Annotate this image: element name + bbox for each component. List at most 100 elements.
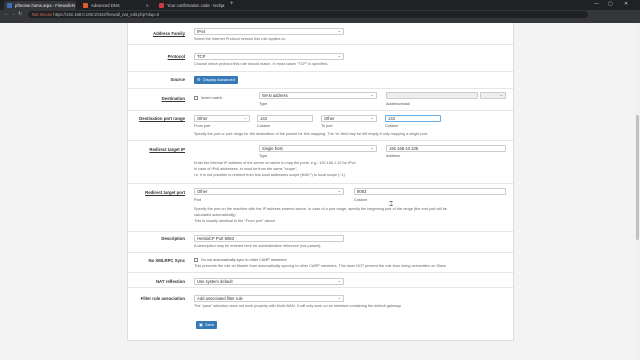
redirect-custom-caption: Custom [354,198,368,202]
filter-rule-row: Filter rule association Add associated f… [128,288,513,312]
to-custom-caption: Custom [385,124,399,128]
tab-confirmation[interactable]: Your confirmation code - techp ✕ [156,1,228,10]
destination-address-caption: Address/mask [386,102,411,106]
minimize-button[interactable]: — [594,1,599,7]
forward-button[interactable]: → [11,11,16,17]
close-window-button[interactable]: ✕ [624,1,628,7]
url-bar[interactable]: Not secure https://192.168.0.108:10443/f… [28,11,588,18]
protocol-help: Choose which protocol this rule should m… [194,62,329,66]
redirect-ip-help-3: i.e. it is not possible to redirect from… [194,173,345,177]
redirect-ip-type-select[interactable]: Single host [259,145,377,152]
redirect-port-caption: Port [194,198,201,202]
tab-title: Your confirmation code - techp [167,3,224,8]
from-custom-caption: Custom [257,124,271,128]
new-tab-button[interactable]: + [230,1,234,7]
tab-pfsense[interactable]: pfSense.home.arpa - Firewall: N ✕ [4,1,76,10]
not-secure-badge[interactable]: Not secure [32,12,52,17]
nat-edit-form: Address Family IPv4 Select the Internet … [127,23,514,341]
protocol-row: Protocol TCP Choose which protocol this … [128,50,513,72]
invert-match-checkbox[interactable] [194,96,198,100]
filter-rule-help: The "pass" selection does not work prope… [194,304,402,308]
nat-reflection-select[interactable]: Use system default [194,278,344,285]
destination-port-range-row: Destination port range Other 143 Other 1… [128,111,513,141]
description-help: A description may be entered here for ad… [194,244,322,248]
to-port-caption: To port [321,124,333,128]
tab-advanced-dns[interactable]: Advanced DNS ✕ [80,1,152,10]
no-xmlrpc-help: This prevents the rule on Master from au… [194,264,448,268]
save-button[interactable]: ▣ Save [196,321,218,329]
mouse-cursor-icon: ⌶ [389,201,394,208]
redirect-port-custom-input[interactable]: 8083 [354,188,506,195]
url-text: https://192.168.0.108:10443/firewall_nat… [53,12,160,17]
from-port-custom-input[interactable]: 143 [257,115,313,122]
address-toolbar: ← → ↻ Not secure https://192.168.0.108:1… [0,10,640,19]
address-family-row: Address Family IPv4 Select the Internet … [128,23,513,45]
address-family-select[interactable]: IPv4 [194,28,344,35]
screen: pfSense.home.arpa - Firewall: N ✕ Advanc… [0,0,640,360]
save-label: Save [205,322,215,327]
redirect-ip-help-2: In case of IPv6 addresses, in must be fr… [194,167,298,171]
nat-reflection-label: NAT reflection [155,279,185,284]
no-xmlrpc-label: No XMLRPC Sync [148,258,185,263]
close-icon[interactable]: ✕ [70,3,73,8]
page-viewport: Address Family IPv4 Select the Internet … [0,23,640,360]
no-xmlrpc-check-label: Do not automatically sync to other CARP … [201,258,287,262]
scrollbar-thumb[interactable] [636,115,639,240]
dns-favicon-icon [83,3,88,8]
filter-rule-select[interactable]: Add associated filter rule [194,295,344,302]
invert-match-label: Invert match. [201,96,223,100]
destination-port-range-label: Destination port range [139,116,185,121]
page-scrollbar[interactable] [635,23,640,360]
protocol-select[interactable]: TCP [194,53,344,60]
back-button[interactable]: ← [4,11,9,17]
mail-favicon-icon [159,3,164,8]
redirect-port-help-1: Specify the port on the machine with the… [194,207,448,211]
description-row: Description HestiaCP Port 8083 A descrip… [128,232,513,253]
no-xmlrpc-row: No XMLRPC Sync Do not automatically sync… [128,253,513,273]
destination-type-caption: Type [259,102,268,106]
filter-rule-label: Filter rule association [140,296,185,301]
display-advanced-button[interactable]: ⚙ Display Advanced [194,76,238,84]
close-icon[interactable]: ✕ [222,3,225,8]
save-icon: ▣ [199,322,203,327]
from-port-caption: From port [194,124,211,128]
redirect-ip-type-caption: Type [259,154,268,158]
address-family-label: Address Family [152,31,185,36]
reload-button[interactable]: ↻ [18,11,22,17]
redirect-port-label: Redirect target port [145,190,185,195]
address-family-help: Select the Internet Protocol version thi… [194,37,286,41]
redirect-port-help-3: This is usually identical to the "From p… [194,219,277,223]
source-row: Source ⚙ Display Advanced [128,72,513,89]
description-input[interactable]: HestiaCP Port 8083 [194,235,344,242]
pfsense-favicon-icon [7,3,12,8]
source-label: Source [170,77,185,82]
close-icon[interactable]: ✕ [146,3,149,8]
maximize-button[interactable]: ▢ [608,1,613,7]
redirect-ip-label: Redirect target IP [149,147,185,152]
browser-tab-bar: pfSense.home.arpa - Firewall: N ✕ Advanc… [0,0,640,10]
gear-icon: ⚙ [197,77,201,82]
to-port-custom-input[interactable]: 143 [385,115,441,122]
tab-title: pfSense.home.arpa - Firewall: N [15,3,76,8]
destination-address-input[interactable] [386,92,478,99]
redirect-ip-address-input[interactable]: 192.168.10.105 [386,145,506,152]
redirect-ip-help-1: Enter the internal IP address of the ser… [194,161,356,165]
tab-title: Advanced DNS [91,3,120,8]
redirect-port-select[interactable]: Other [194,188,344,195]
redirect-ip-address-caption: Address [386,154,400,158]
description-label: Description [161,236,185,241]
from-port-select[interactable]: Other [194,115,250,122]
nat-reflection-row: NAT reflection Use system default [128,273,513,288]
no-xmlrpc-checkbox[interactable] [194,258,198,262]
destination-type-select[interactable]: WAN address [259,92,377,99]
display-advanced-label: Display Advanced [203,77,235,82]
redirect-port-row: Redirect target port Other 8083 Port Cus… [128,184,513,232]
protocol-label: Protocol [167,54,185,59]
destination-label: Destination [161,96,185,101]
to-port-select[interactable]: Other [321,115,377,122]
redirect-ip-row: Redirect target IP Single host 192.168.1… [128,141,513,184]
destination-mask-select[interactable] [480,92,506,99]
destination-port-help: Specify the port or port range for the d… [194,132,428,136]
destination-row: Destination Invert match. WAN address Ty… [128,89,513,111]
redirect-port-help-2: calculated automatically). [194,213,237,217]
